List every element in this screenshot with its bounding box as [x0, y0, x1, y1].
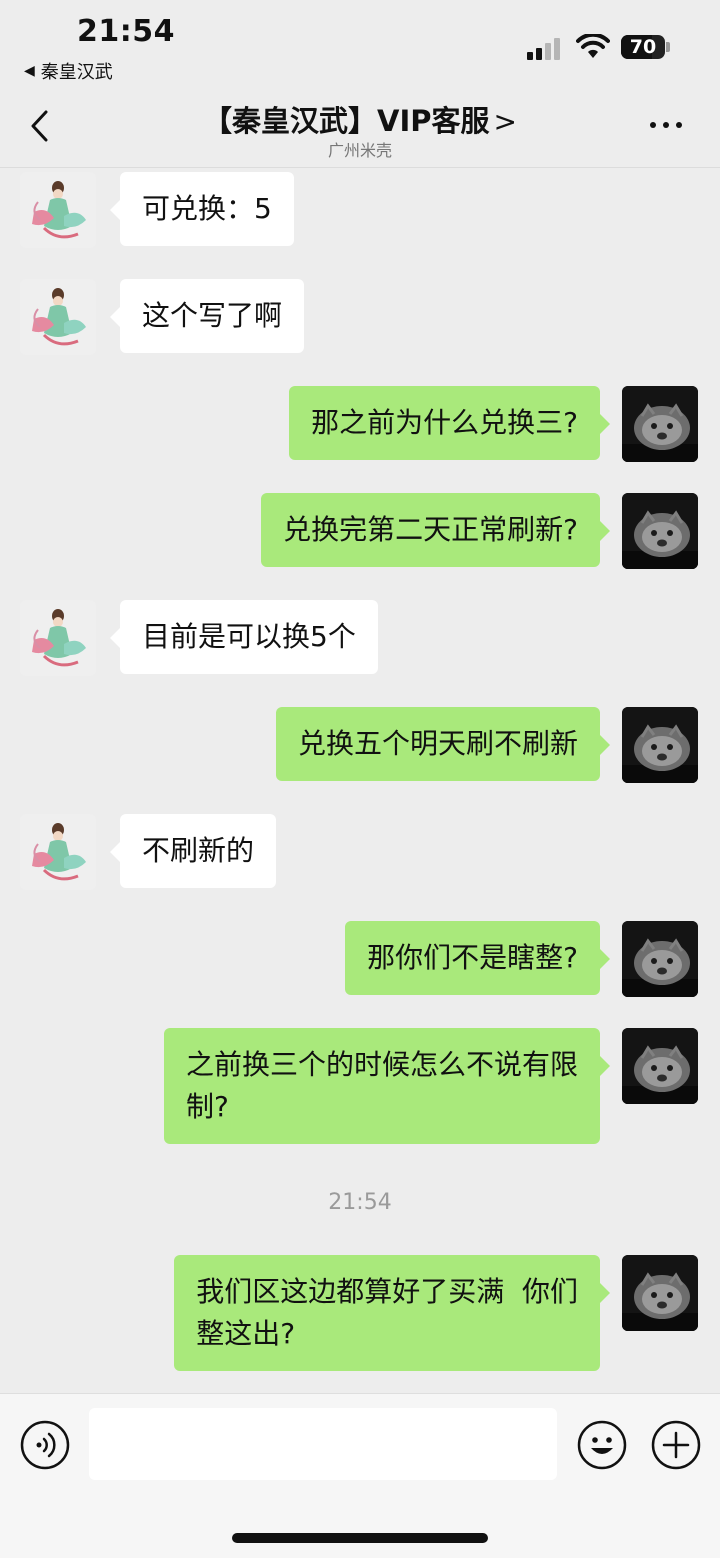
- received-message-bubble[interactable]: 这个写了啊: [109, 279, 305, 353]
- sent-message-bubble[interactable]: 那之前为什么兑换三?: [289, 386, 610, 460]
- contact-avatar[interactable]: [20, 600, 96, 676]
- received-message-bubble[interactable]: 可兑换：5: [110, 172, 294, 246]
- my-avatar[interactable]: [622, 921, 698, 997]
- status-bar: 21:54 ◀ 秦皇汉武 70: [0, 0, 720, 90]
- my-avatar[interactable]: [622, 707, 698, 783]
- my-avatar[interactable]: [622, 1255, 698, 1331]
- back-triangle-icon: ◀: [24, 63, 35, 79]
- my-avatar[interactable]: [622, 386, 698, 462]
- home-indicator[interactable]: [232, 1533, 488, 1543]
- battery-level: 70: [629, 36, 657, 58]
- sent-message-bubble[interactable]: 我们区这边都算好了买满 你们 整这出?: [174, 1255, 610, 1371]
- voice-icon[interactable]: [20, 1420, 70, 1470]
- my-avatar[interactable]: [622, 1028, 698, 1104]
- sent-message-bubble[interactable]: 之前换三个的时候怎么不说有限 制?: [163, 1028, 611, 1144]
- my-avatar[interactable]: [622, 493, 698, 569]
- chat-title[interactable]: 【秦皇汉武】VIP客服 >: [0, 98, 720, 140]
- wifi-icon: [576, 34, 610, 58]
- battery-icon: 70: [621, 35, 665, 59]
- chat-header: 【秦皇汉武】VIP客服 > 广州米壳: [0, 90, 720, 168]
- sent-message-bubble[interactable]: 兑换完第二天正常刷新?: [261, 493, 610, 567]
- more-options-icon[interactable]: [650, 122, 682, 128]
- status-time: 21:54: [77, 14, 175, 49]
- back-to-app-link[interactable]: ◀ 秦皇汉武: [24, 58, 113, 84]
- chevron-right-icon: >: [493, 105, 517, 138]
- battery-cap: [666, 42, 670, 52]
- received-message-bubble[interactable]: 目前是可以换5个: [110, 600, 378, 674]
- sent-message-bubble[interactable]: 兑换五个明天刷不刷新: [275, 707, 611, 781]
- message-input[interactable]: [89, 1408, 557, 1480]
- contact-avatar[interactable]: [20, 172, 96, 248]
- contact-avatar[interactable]: [20, 814, 96, 890]
- chat-subtitle: 广州米壳: [327, 141, 392, 160]
- contact-avatar[interactable]: [20, 279, 96, 355]
- cellular-signal-icon: [527, 36, 560, 60]
- message-timestamp: 21:54: [328, 1190, 392, 1215]
- received-message-bubble[interactable]: 不刷新的: [109, 814, 277, 888]
- emoji-icon[interactable]: [577, 1420, 627, 1470]
- chat-title-text: 【秦皇汉武】VIP客服: [203, 104, 490, 138]
- sent-message-bubble[interactable]: 那你们不是瞎整?: [345, 921, 610, 995]
- plus-icon[interactable]: [651, 1420, 701, 1470]
- back-app-label: 秦皇汉武: [40, 62, 113, 83]
